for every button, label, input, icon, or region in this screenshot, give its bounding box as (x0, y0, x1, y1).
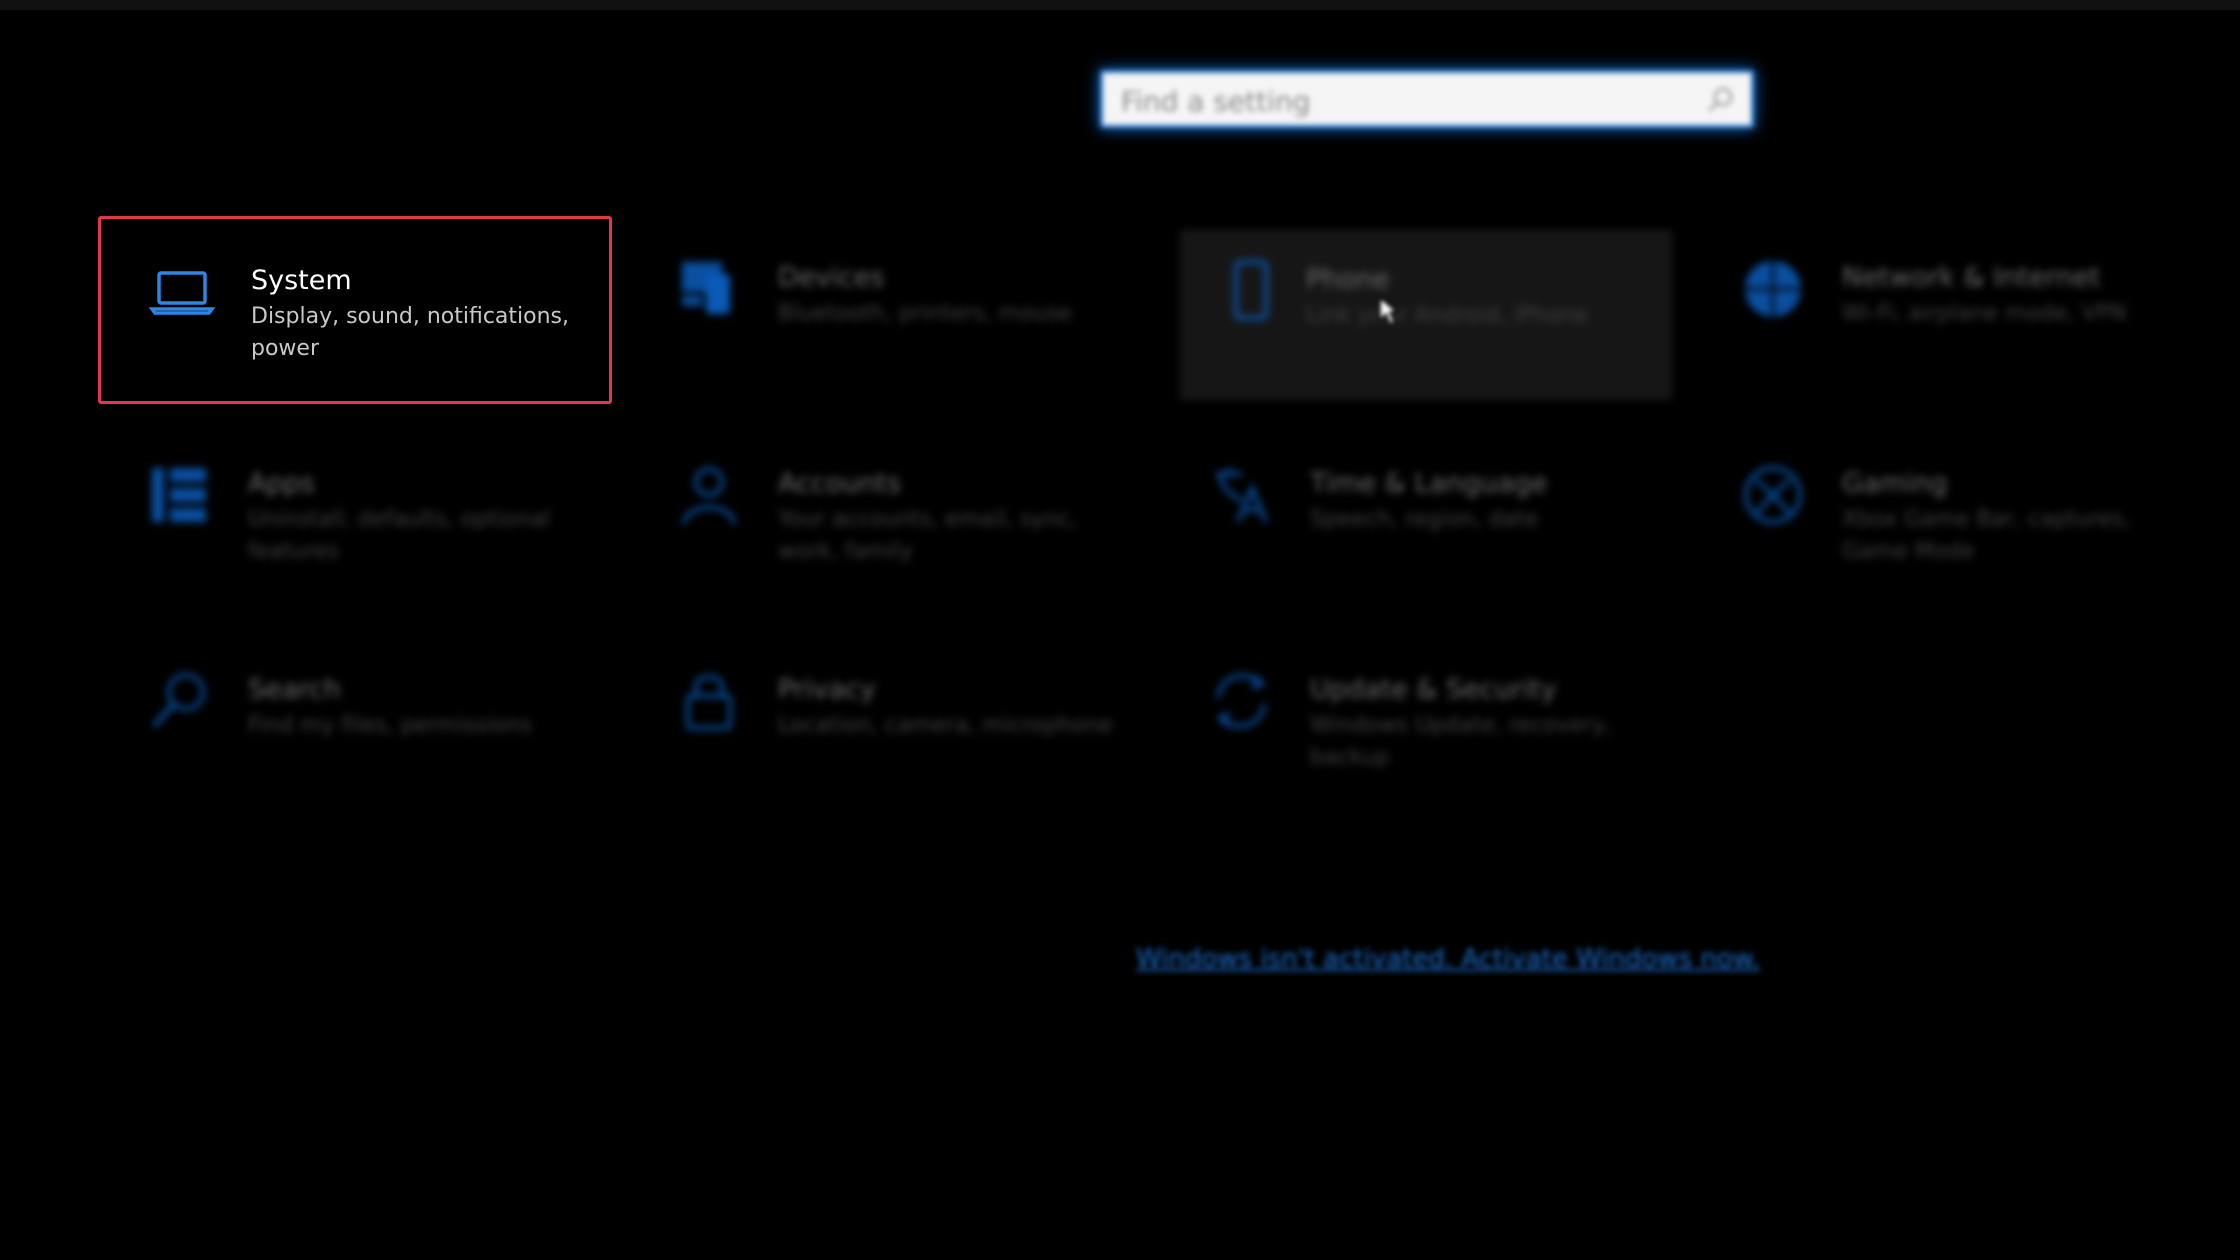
laptop-icon (149, 271, 215, 315)
time-language-icon (1216, 468, 1268, 523)
tile-description: Location, camera, microphone (778, 713, 1113, 738)
tile-label: System (251, 265, 352, 296)
phone-icon (1234, 260, 1268, 320)
lock-icon (686, 675, 732, 730)
title-bar (0, 0, 2240, 10)
devices-icon (682, 262, 730, 314)
tile-update-security[interactable]: Update & Security Windows Update, recove… (1160, 628, 1674, 816)
tile-label: Apps (248, 468, 315, 499)
search-icon[interactable] (1705, 85, 1735, 115)
tile-description: Link your Android, iPhone (1306, 303, 1588, 328)
globe-icon (1745, 261, 1801, 317)
tile-description: Your accounts, email, sync, work, family (778, 507, 1078, 564)
tile-label: Privacy (778, 674, 876, 705)
mouse-cursor-icon (1379, 296, 1398, 326)
tile-label: Phone (1306, 264, 1390, 295)
tile-apps[interactable]: Apps Uninstall, defaults, optional featu… (98, 422, 612, 610)
apps-icon (152, 468, 206, 522)
tile-description: Display, sound, notifications, power (251, 304, 570, 361)
person-icon (682, 467, 736, 525)
tile-time-language[interactable]: Time & Language Speech, region, date (1160, 422, 1674, 610)
tile-label: Time & Language (1310, 468, 1548, 499)
tile-privacy[interactable]: Privacy Location, camera, microphone (628, 628, 1142, 816)
tile-system[interactable]: System Display, sound, notifications, po… (98, 216, 612, 404)
tile-search[interactable]: Search Find my files, permissions (98, 628, 612, 816)
magnifier-icon (152, 673, 205, 728)
tile-gaming[interactable]: Gaming Xbox Game Bar, captures, Game Mod… (1692, 422, 2232, 610)
tile-label: Accounts (778, 468, 902, 499)
tile-label: Gaming (1842, 468, 1948, 499)
tile-phone[interactable]: Phone Link your Android, iPhone (1180, 230, 1672, 400)
tile-label: Search (248, 674, 341, 705)
tile-description: Windows Update, recovery, backup (1310, 713, 1613, 770)
tile-description: Wi-Fi, airplane mode, VPN (1842, 301, 2127, 326)
search-input[interactable]: Find a setting (1100, 70, 1754, 128)
tile-description: Xbox Game Bar, captures, Game Mode (1842, 507, 2131, 564)
search-placeholder: Find a setting (1121, 85, 1311, 118)
tile-description: Speech, region, date (1310, 507, 1539, 532)
sync-icon (1216, 673, 1266, 729)
tile-label: Devices (778, 262, 885, 293)
tile-devices[interactable]: Devices Bluetooth, printers, mouse (628, 216, 1142, 404)
tile-description: Bluetooth, printers, mouse (778, 301, 1073, 326)
tile-accounts[interactable]: Accounts Your accounts, email, sync, wor… (628, 422, 1142, 610)
tile-network[interactable]: Network & Internet Wi-Fi, airplane mode,… (1692, 216, 2232, 404)
tile-label: Update & Security (1310, 674, 1557, 705)
tile-description: Uninstall, defaults, optional features (248, 507, 550, 564)
tile-label: Network & Internet (1842, 262, 2101, 293)
activate-windows-link[interactable]: Windows isn't activated. Activate Window… (1136, 944, 1760, 974)
xbox-icon (1744, 466, 1802, 524)
tile-description: Find my files, permissions (248, 713, 533, 738)
